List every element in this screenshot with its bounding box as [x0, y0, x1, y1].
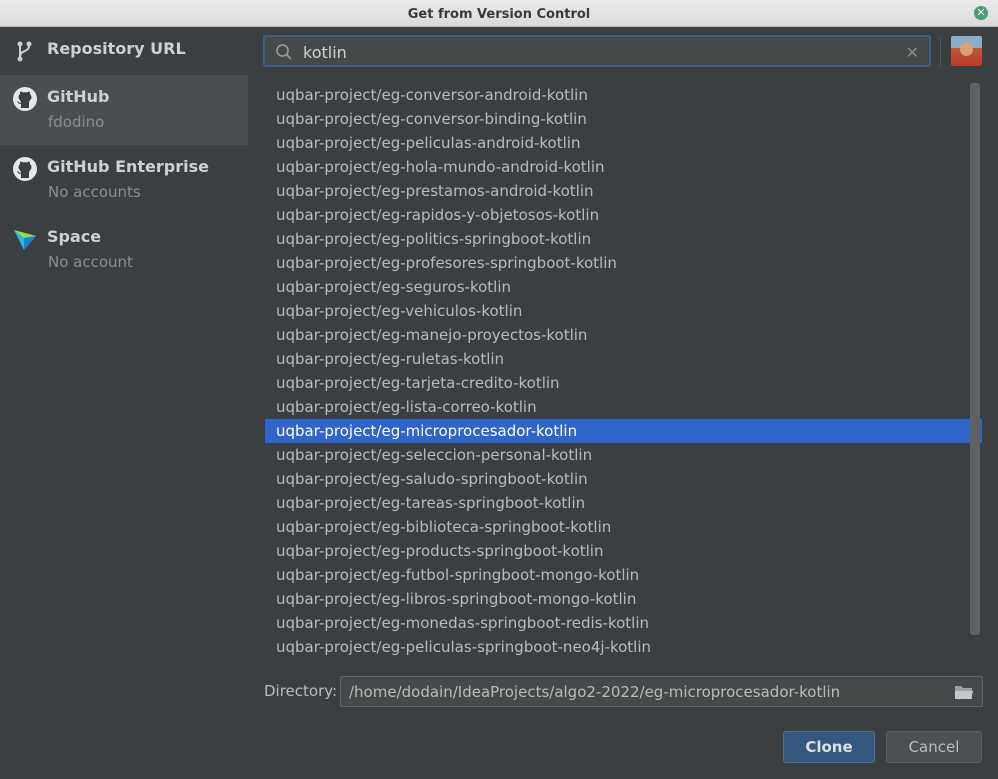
sidebar-item-github[interactable]: GitHub fdodino — [0, 75, 248, 145]
space-icon — [14, 230, 36, 250]
avatar-face — [960, 42, 973, 56]
sidebar-item-sublabel: fdodino — [48, 113, 105, 131]
avatar[interactable] — [951, 36, 982, 66]
repo-list-item[interactable]: uqbar-project/eg-peliculas-springboot-ne… — [265, 635, 982, 659]
repo-list-item[interactable]: uqbar-project/eg-biblioteca-springboot-k… — [265, 515, 982, 539]
repo-list-item[interactable]: uqbar-project/eg-tarjeta-credito-kotlin — [265, 371, 982, 395]
directory-input[interactable] — [349, 681, 939, 703]
close-window-button[interactable]: ✕ — [974, 6, 988, 20]
sidebar-item-sublabel: No account — [48, 253, 133, 271]
branch-icon — [17, 41, 32, 62]
repo-list-item[interactable]: uqbar-project/eg-vehiculos-kotlin — [265, 299, 982, 323]
repo-list-item[interactable]: uqbar-project/eg-microprocesador-kotlin — [265, 419, 982, 443]
list-scrollbar[interactable] — [970, 83, 980, 635]
window-titlebar: Get from Version Control ✕ — [0, 0, 998, 27]
repo-list-item[interactable]: uqbar-project/eg-seguros-kotlin — [265, 275, 982, 299]
repo-list-item[interactable]: uqbar-project/eg-politics-springboot-kot… — [265, 227, 982, 251]
repo-list-item[interactable]: uqbar-project/eg-conversor-android-kotli… — [265, 83, 982, 107]
repo-list-item[interactable]: uqbar-project/eg-rapidos-y-objetosos-kot… — [265, 203, 982, 227]
divider — [940, 37, 941, 67]
clone-button[interactable]: Clone — [783, 731, 875, 763]
repo-list-item[interactable]: uqbar-project/eg-saludo-springboot-kotli… — [265, 467, 982, 491]
cancel-button[interactable]: Cancel — [886, 731, 982, 763]
repo-list-item[interactable]: uqbar-project/eg-manejo-proyectos-kotlin — [265, 323, 982, 347]
repo-list-item[interactable]: uqbar-project/eg-products-springboot-kot… — [265, 539, 982, 563]
repo-list-item[interactable]: uqbar-project/eg-profesores-springboot-k… — [265, 251, 982, 275]
repo-list-item[interactable]: uqbar-project/eg-hola-mundo-android-kotl… — [265, 155, 982, 179]
repo-list-item[interactable]: uqbar-project/eg-conversor-binding-kotli… — [265, 107, 982, 131]
github-icon — [13, 157, 37, 181]
repo-list-item[interactable]: uqbar-project/eg-tareas-springboot-kotli… — [265, 491, 982, 515]
directory-field[interactable] — [340, 676, 983, 707]
repo-list-item[interactable]: uqbar-project/eg-lista-correo-kotlin — [265, 395, 982, 419]
search-input[interactable] — [303, 41, 903, 63]
folder-icon[interactable] — [954, 683, 974, 701]
repo-list-item[interactable]: uqbar-project/eg-peliculas-android-kotli… — [265, 131, 982, 155]
repo-list-item[interactable]: uqbar-project/eg-ruletas-kotlin — [265, 347, 982, 371]
sidebar-item-github-enterprise[interactable]: GitHub Enterprise No accounts — [0, 145, 248, 215]
repo-list-item[interactable]: uqbar-project/eg-monedas-springboot-redi… — [265, 611, 982, 635]
repo-list-item[interactable]: uqbar-project/eg-prestamos-android-kotli… — [265, 179, 982, 203]
repository-list: uqbar-project/eg-conversor-android-kotli… — [265, 83, 982, 661]
sidebar-item-label: Space — [47, 227, 102, 246]
sidebar-item-label: GitHub — [47, 87, 110, 106]
search-icon — [276, 44, 292, 60]
sidebar-item-sublabel: No accounts — [48, 183, 141, 201]
window-title: Get from Version Control — [407, 7, 591, 22]
repo-list-item[interactable]: uqbar-project/eg-futbol-springboot-mongo… — [265, 563, 982, 587]
sidebar-item-label: Repository URL — [47, 39, 186, 58]
sidebar-item-label: GitHub Enterprise — [47, 157, 209, 176]
repo-list-item[interactable]: uqbar-project/eg-seleccion-personal-kotl… — [265, 443, 982, 467]
directory-label: Directory: — [264, 682, 338, 700]
clear-search-icon[interactable]: ✕ — [906, 43, 919, 62]
sidebar: Repository URL GitHub fdodino GitHub Ent… — [0, 27, 248, 779]
repo-list-item[interactable]: uqbar-project/eg-libros-springboot-mongo… — [265, 587, 982, 611]
search-field[interactable]: ✕ — [263, 35, 931, 67]
sidebar-item-space[interactable]: Space No account — [0, 215, 248, 285]
github-icon — [13, 87, 37, 111]
